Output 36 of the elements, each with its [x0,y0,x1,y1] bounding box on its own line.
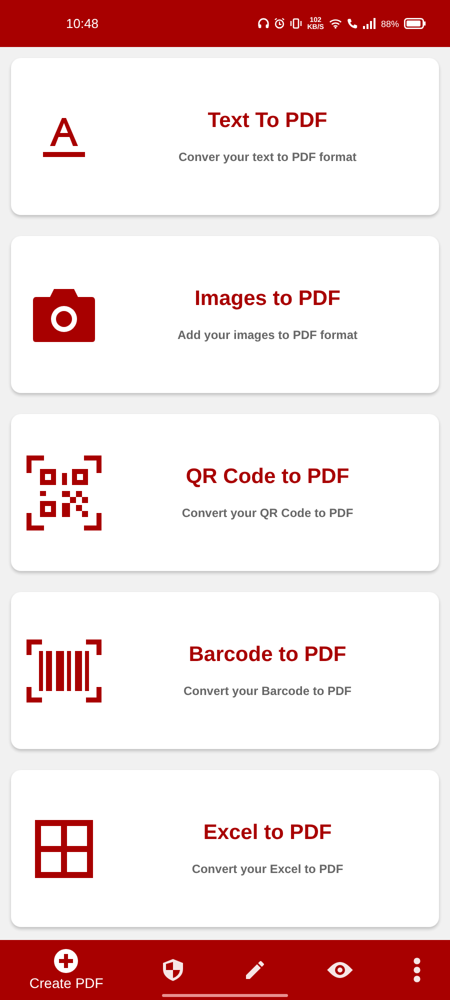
card-subtitle: Convert your Barcode to PDF [183,684,352,698]
tool-card[interactable]: Text To PDF Conver your text to PDF format [11,58,439,215]
card-title: Excel to PDF [203,821,332,845]
tool-card[interactable]: Excel to PDF Convert your Excel to PDF [11,770,439,927]
signal-icon [362,18,376,29]
plus-circle-icon [54,949,78,973]
tool-card[interactable]: Barcode to PDF Convert your Barcode to PDF [11,592,439,749]
camera-icon [32,286,96,342]
nav-button[interactable]: Create PDF [29,949,104,991]
shield-icon [162,958,184,982]
vibrate-icon [290,18,302,29]
grid-icon [34,820,92,878]
card-subtitle: Convert your QR Code to PDF [182,506,354,520]
card-title: QR Code to PDF [186,465,350,489]
card-title: Images to PDF [194,287,340,311]
phone-icon [346,18,358,29]
eye-icon [326,961,354,979]
alarm-icon [274,18,286,29]
card-title: Text To PDF [208,109,328,133]
battery-icon [404,18,426,29]
nav-button[interactable] [162,958,184,982]
battery-percent: 88% [380,18,399,28]
tool-card[interactable]: QR Code to PDF Convert your QR Code to PDF [11,414,439,571]
card-subtitle: Conver your text to PDF format [178,150,357,164]
clock: 10:48 [66,16,100,31]
more-icon [412,957,421,983]
qr-code-icon [26,454,102,530]
nav-button[interactable] [326,961,354,979]
card-subtitle: Add your images to PDF format [177,328,358,342]
headphones-icon [258,18,270,29]
card-subtitle: Convert your Excel to PDF [192,862,344,876]
barcode-icon [26,638,102,702]
tool-card[interactable]: Images to PDF Add your images to PDF format [11,236,439,393]
wifi-icon [328,18,342,29]
card-title: Barcode to PDF [188,643,346,667]
nav-button[interactable] [412,957,421,983]
